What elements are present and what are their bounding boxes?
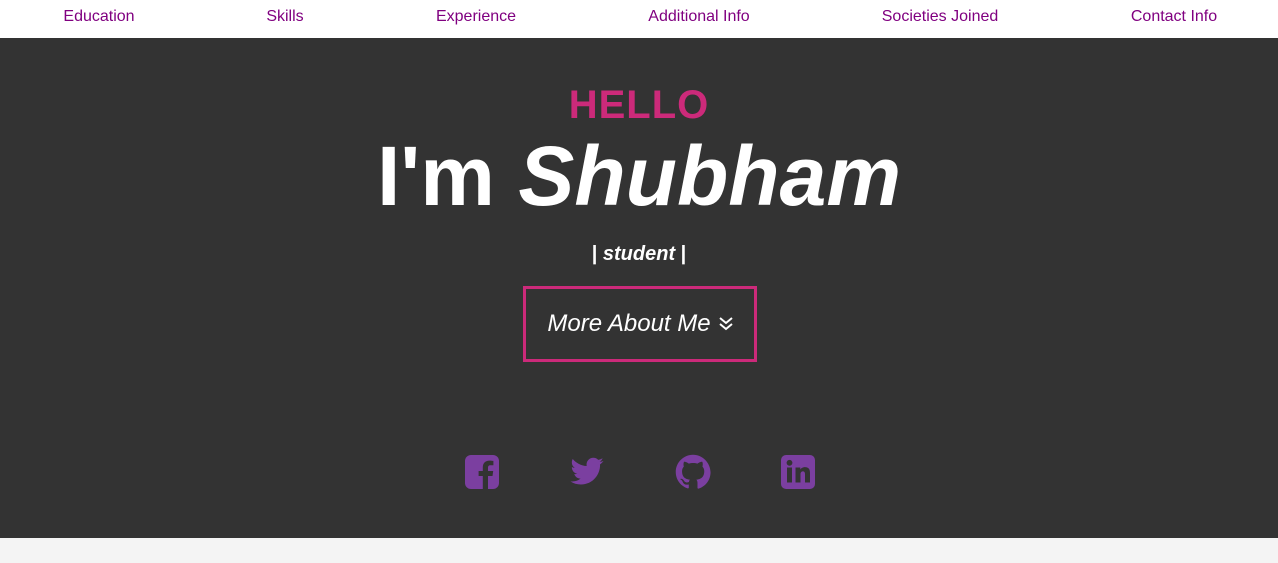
twitter-icon[interactable] [569,454,605,490]
hero-intro: I'm Shubham [0,130,1278,222]
footer-strip [0,538,1278,563]
more-about-me-label: More About Me [547,310,711,337]
nav-link-skills[interactable]: Skills [266,8,303,26]
hero-section: HELLO I'm Shubham | student | More About… [0,38,1278,538]
hero-name: Shubham [518,129,902,223]
role-suffix: | [680,243,687,265]
facebook-icon[interactable] [464,454,500,490]
role-prefix: | [591,243,598,265]
hero-role-line: | student | [0,242,1278,266]
chevrons-down-icon [718,316,733,332]
nav-link-experience[interactable]: Experience [436,8,516,26]
intro-prefix: I'm [376,129,495,223]
navbar: Education Skills Experience Additional I… [0,0,1278,38]
nav-link-education[interactable]: Education [63,8,134,26]
hero-role: student [602,243,676,265]
nav-link-contact-info[interactable]: Contact Info [1131,8,1217,26]
github-icon[interactable] [675,454,711,490]
nav-link-additional-info[interactable]: Additional Info [648,8,749,26]
hero-greeting: HELLO [568,83,710,127]
more-about-me-button[interactable]: More About Me [523,286,757,362]
linkedin-icon[interactable] [780,454,816,490]
nav-link-societies-joined[interactable]: Societies Joined [882,8,999,26]
